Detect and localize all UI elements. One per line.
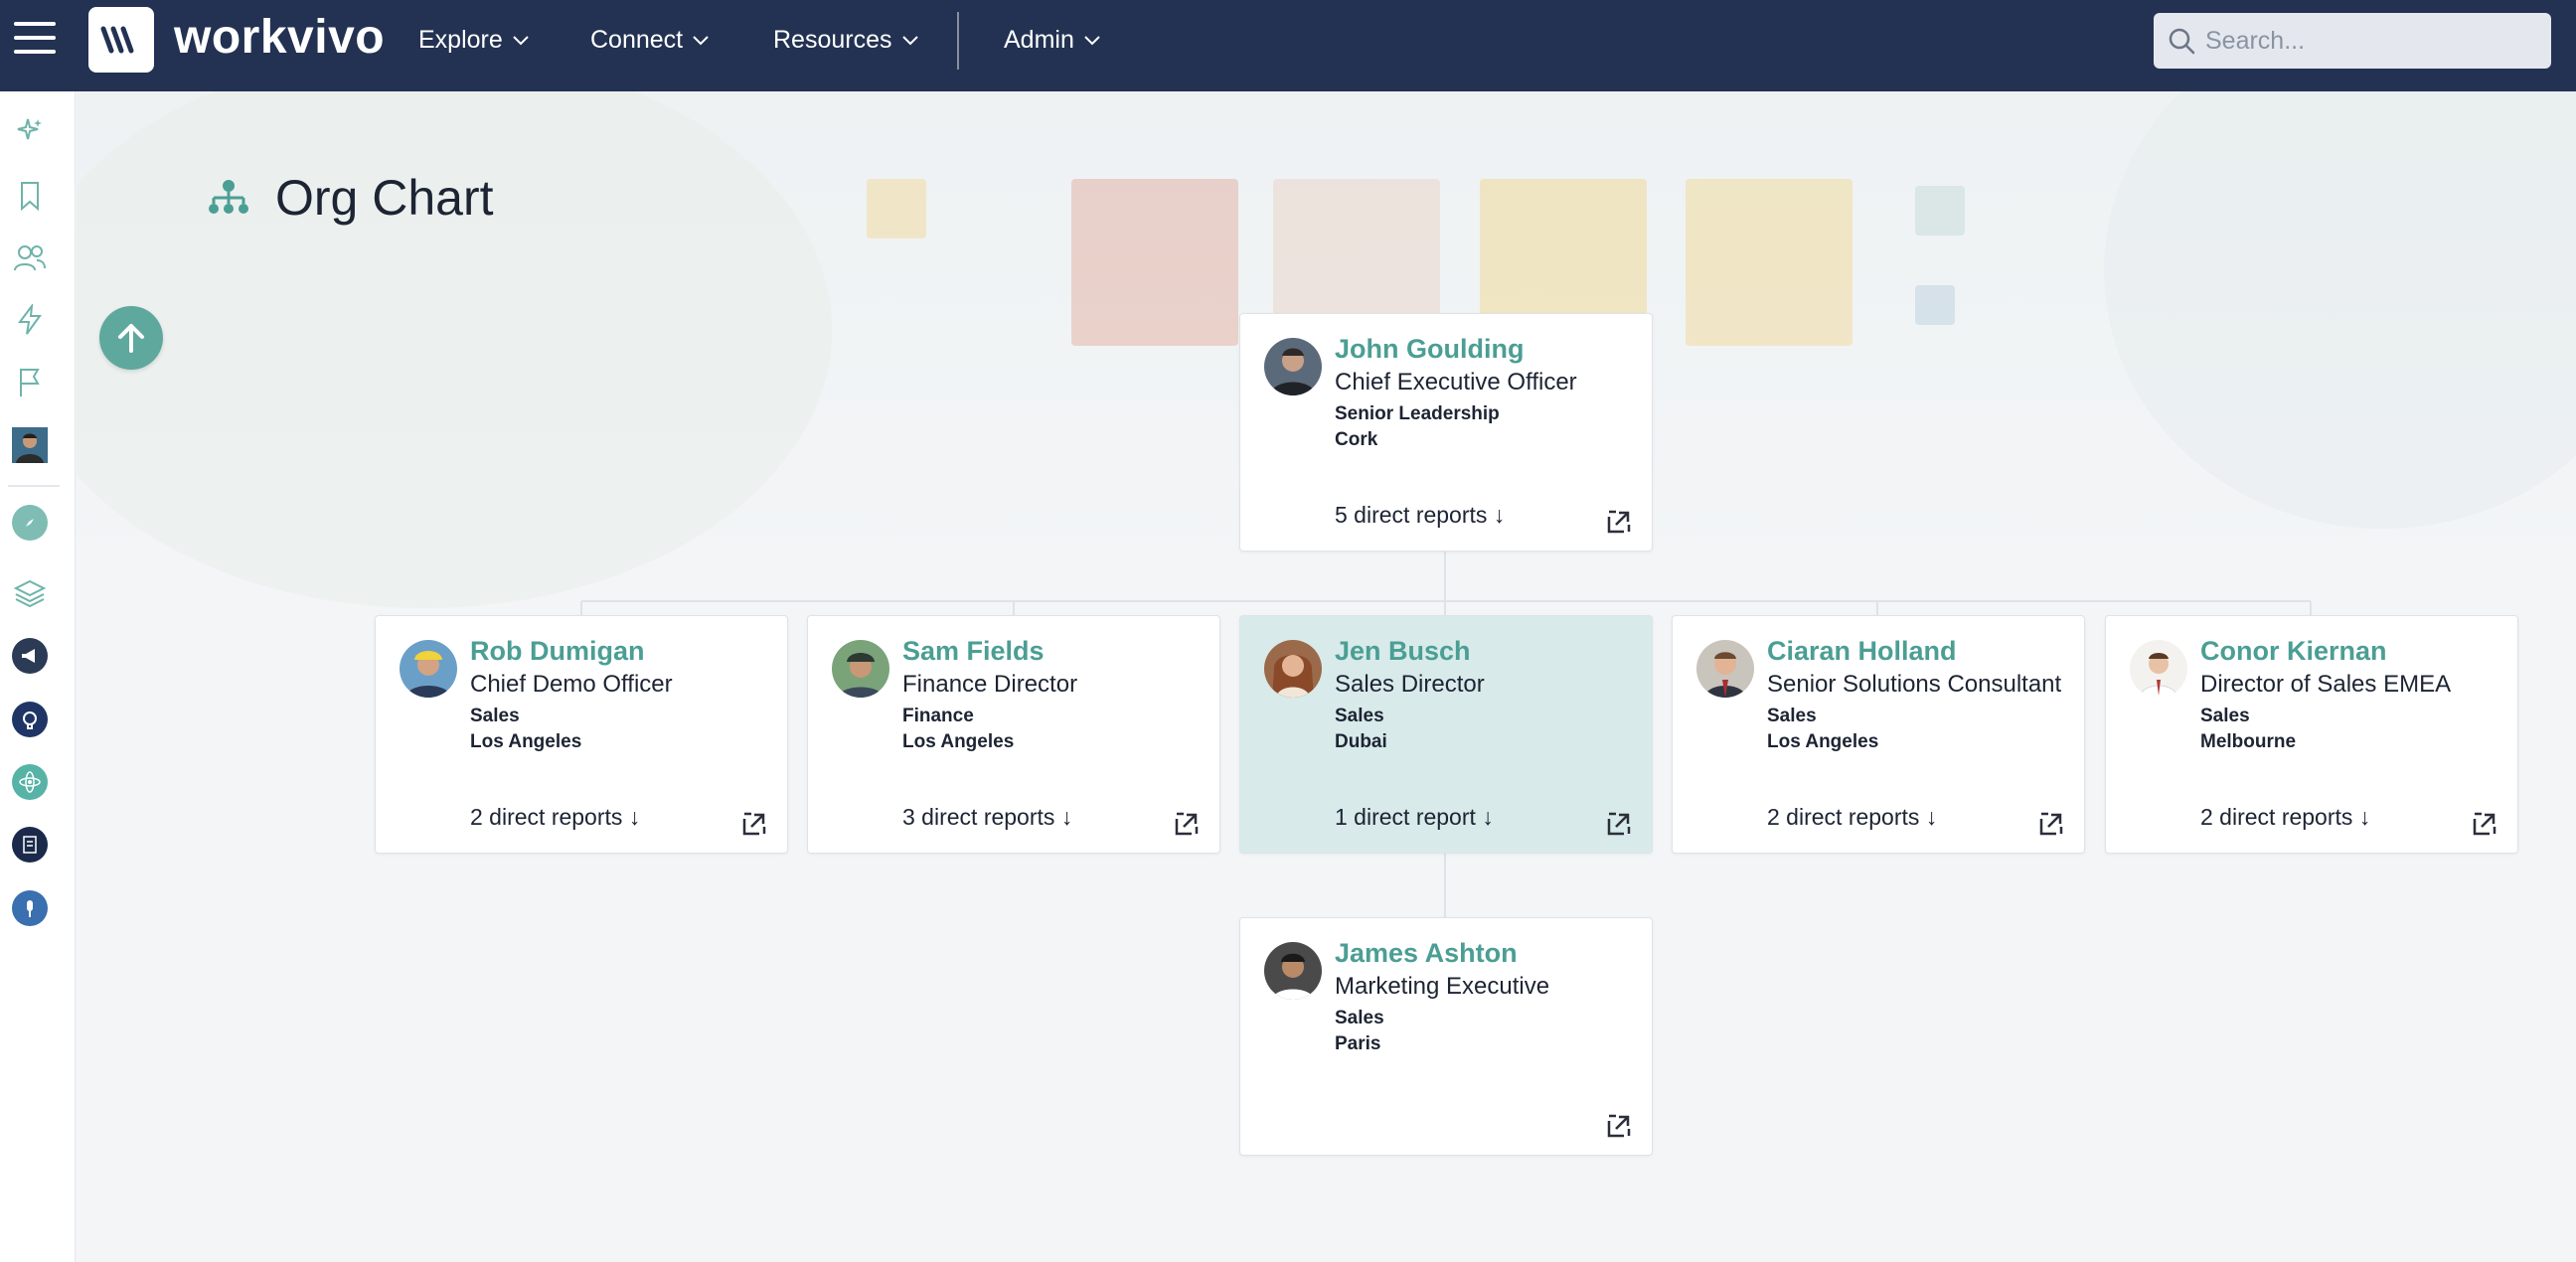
rail-divider (8, 485, 60, 487)
person-location: Los Angeles (470, 731, 582, 752)
chevron-down-icon (1084, 35, 1100, 45)
chevron-down-icon (693, 35, 709, 45)
person-name[interactable]: Rob Dumigan (470, 636, 645, 667)
sparkle-icon[interactable] (12, 113, 48, 149)
search-icon (2169, 28, 2195, 55)
person-name[interactable]: Sam Fields (902, 636, 1045, 667)
person-role: Finance Director (902, 671, 1078, 698)
people-icon[interactable] (12, 240, 48, 276)
person-name[interactable]: James Ashton (1335, 938, 1518, 969)
person-role: Sales Director (1335, 671, 1485, 698)
menu-icon[interactable] (14, 22, 56, 58)
avatar[interactable] (1264, 942, 1322, 1000)
person-role: Senior Solutions Consultant (1767, 671, 2062, 698)
bookmark-icon[interactable] (12, 178, 48, 214)
person-role: Marketing Executive (1335, 973, 1550, 1000)
person-role: Chief Demo Officer (470, 671, 673, 698)
flag-icon[interactable] (12, 365, 48, 400)
avatar[interactable] (1696, 640, 1754, 698)
direct-reports-toggle[interactable]: 2 direct reports ↓ (2200, 804, 2370, 831)
nav-resources-label: Resources (773, 26, 892, 54)
user-avatar[interactable] (12, 427, 48, 463)
nav-connect[interactable]: Connect (590, 26, 709, 55)
brain-space-icon[interactable] (12, 702, 48, 737)
direct-reports-toggle[interactable]: 2 direct reports ↓ (470, 804, 640, 831)
search-box[interactable] (2154, 13, 2551, 69)
person-location: Los Angeles (902, 731, 1015, 752)
open-profile-icon[interactable] (2038, 811, 2064, 837)
open-profile-icon[interactable] (1606, 811, 1632, 837)
person-role: Director of Sales EMEA (2200, 671, 2452, 698)
direct-reports-toggle[interactable]: 5 direct reports ↓ (1335, 502, 1505, 529)
nav-admin[interactable]: Admin (1004, 26, 1100, 55)
person-card-rob-dumigan: Rob Dumigan Chief Demo Officer Sales Los… (375, 615, 788, 854)
person-name[interactable]: Conor Kiernan (2200, 636, 2387, 667)
direct-reports-toggle[interactable]: 1 direct report ↓ (1335, 804, 1494, 831)
person-card-ciaran-holland: Ciaran Holland Senior Solutions Consulta… (1672, 615, 2085, 854)
person-name[interactable]: John Goulding (1335, 334, 1524, 365)
nav-divider (957, 12, 959, 70)
brand-name[interactable]: workvivo (174, 10, 385, 65)
left-sidebar (0, 91, 76, 1262)
avatar[interactable] (1264, 338, 1322, 395)
person-card-conor-kiernan: Conor Kiernan Director of Sales EMEA Sal… (2105, 615, 2518, 854)
person-location: Cork (1335, 429, 1378, 450)
atom-space-icon[interactable] (12, 764, 48, 800)
search-input[interactable] (2205, 26, 2533, 56)
person-location: Los Angeles (1767, 731, 1879, 752)
person-department: Sales (1335, 706, 1384, 726)
person-location: Melbourne (2200, 731, 2297, 752)
nav-explore[interactable]: Explore (418, 26, 529, 55)
avatar[interactable] (832, 640, 889, 698)
nav-connect-label: Connect (590, 26, 684, 54)
person-department: Sales (1335, 1008, 1384, 1028)
open-profile-icon[interactable] (741, 811, 767, 837)
main-content: Org Chart John Goulding Chief Executive … (77, 91, 2576, 1262)
person-department: Sales (2200, 706, 2250, 726)
person-card-john-goulding: John Goulding Chief Executive Officer Se… (1239, 313, 1653, 552)
direct-reports-toggle[interactable]: 3 direct reports ↓ (902, 804, 1072, 831)
person-name[interactable]: Jen Busch (1335, 636, 1471, 667)
avatar[interactable] (1264, 640, 1322, 698)
person-role: Chief Executive Officer (1335, 369, 1577, 395)
nav-resources[interactable]: Resources (773, 26, 918, 55)
layers-icon[interactable] (12, 575, 48, 611)
microphone-space-icon[interactable] (12, 890, 48, 926)
chevron-down-icon (901, 35, 918, 45)
person-department: Sales (470, 706, 520, 726)
document-space-icon[interactable] (12, 827, 48, 863)
open-profile-icon[interactable] (2472, 811, 2497, 837)
avatar[interactable] (400, 640, 457, 698)
avatar[interactable] (2130, 640, 2187, 698)
open-profile-icon[interactable] (1174, 811, 1200, 837)
chevron-down-icon (513, 35, 529, 45)
workvivo-logo-icon[interactable] (88, 7, 154, 73)
person-department: Sales (1767, 706, 1817, 726)
top-navigation-bar: workvivo Explore Connect Resources Admin (0, 0, 2576, 91)
open-profile-icon[interactable] (1606, 509, 1632, 535)
person-card-sam-fields: Sam Fields Finance Director Finance Los … (807, 615, 1220, 854)
nav-explore-label: Explore (418, 26, 503, 54)
person-department: Finance (902, 706, 974, 726)
compass-icon[interactable] (12, 505, 48, 541)
open-profile-icon[interactable] (1606, 1113, 1632, 1139)
person-name[interactable]: Ciaran Holland (1767, 636, 1957, 667)
megaphone-space-icon[interactable] (12, 638, 48, 674)
person-card-jen-busch: Jen Busch Sales Director Sales Dubai 1 d… (1239, 615, 1653, 854)
person-department: Senior Leadership (1335, 403, 1500, 424)
person-location: Paris (1335, 1033, 1381, 1054)
nav-admin-label: Admin (1004, 26, 1074, 54)
lightning-icon[interactable] (12, 302, 48, 338)
person-card-james-ashton: James Ashton Marketing Executive Sales P… (1239, 917, 1653, 1156)
person-location: Dubai (1335, 731, 1387, 752)
direct-reports-toggle[interactable]: 2 direct reports ↓ (1767, 804, 1937, 831)
